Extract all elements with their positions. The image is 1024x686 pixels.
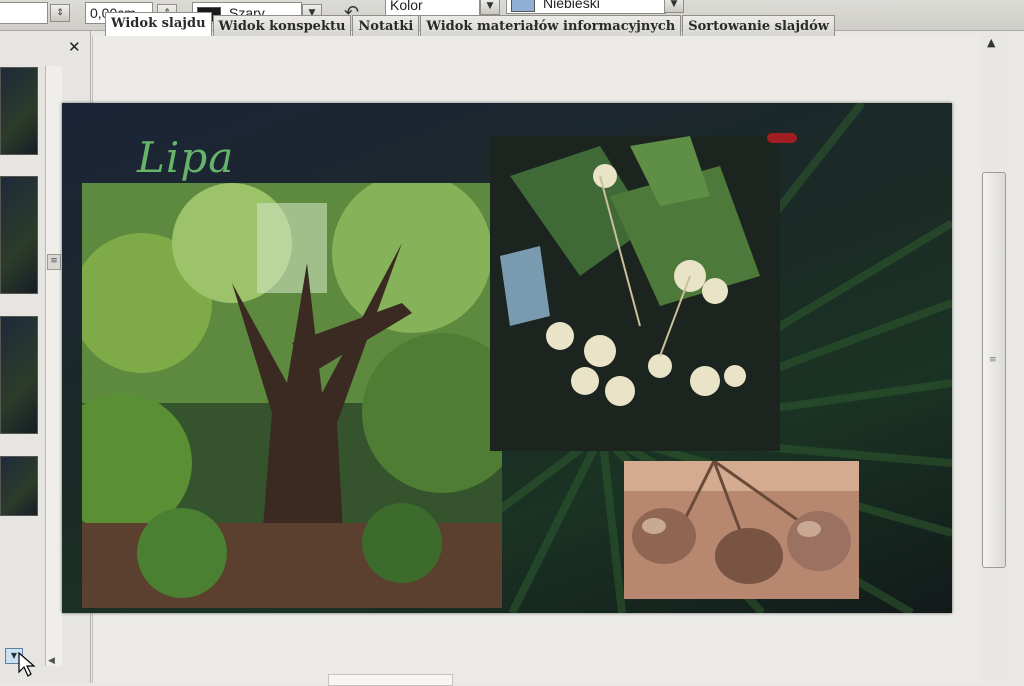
close-icon[interactable]: ✕ — [68, 38, 81, 56]
slide-thumbnail[interactable] — [0, 67, 38, 155]
chevron-down-icon: ▼ — [670, 0, 678, 9]
slide-title[interactable]: Lipa — [137, 133, 234, 182]
chevron-down-icon: ▼ — [10, 651, 18, 660]
vertical-scrollbar[interactable]: ▲ ≡ — [980, 36, 1008, 676]
grip-icon: ≡ — [989, 355, 997, 365]
scroll-left-icon[interactable]: ◀ — [48, 656, 55, 666]
scrollbar-thumb[interactable]: ≡ — [47, 254, 61, 270]
tab-widok-slajdu[interactable]: Widok slajdu — [105, 12, 212, 37]
slide-thumbnail[interactable] — [0, 316, 38, 434]
position-spinner[interactable]: ⇕ — [50, 4, 70, 22]
tab-sortowanie-slajdow[interactable]: Sortowanie slajdów — [682, 15, 835, 37]
decorative-mark — [767, 133, 797, 143]
grip-icon: ≡ — [50, 256, 58, 266]
flowers-photo — [490, 136, 780, 451]
tab-notatki[interactable]: Notatki — [352, 15, 420, 37]
slide-thumbnail[interactable] — [0, 456, 38, 516]
tab-widok-materialow[interactable]: Widok materiałów informacyjnych — [420, 15, 682, 37]
chevron-down-icon: ▼ — [486, 1, 494, 11]
scroll-up-icon[interactable]: ▲ — [987, 36, 995, 49]
area-color-label: Niebieski — [543, 0, 600, 11]
slides-pane-scrollbar[interactable]: ≡ — [45, 66, 62, 666]
status-bar-segment — [328, 674, 453, 686]
view-tabs: Widok slajdu Widok konspektu Notatki Widok … — [105, 12, 836, 37]
scrollbar-thumb[interactable]: ≡ — [982, 172, 1006, 568]
slide[interactable]: Lipa — [62, 103, 952, 613]
area-color-swatch — [511, 0, 535, 12]
tree-photo — [82, 183, 502, 608]
slide-thumbnail[interactable] — [0, 176, 38, 294]
tab-widok-konspektu[interactable]: Widok konspektu — [212, 15, 352, 37]
mouse-cursor-icon — [18, 652, 36, 677]
fruits-photo — [624, 461, 859, 599]
spinner-icon: ⇕ — [56, 8, 64, 18]
position-field[interactable] — [0, 2, 48, 24]
